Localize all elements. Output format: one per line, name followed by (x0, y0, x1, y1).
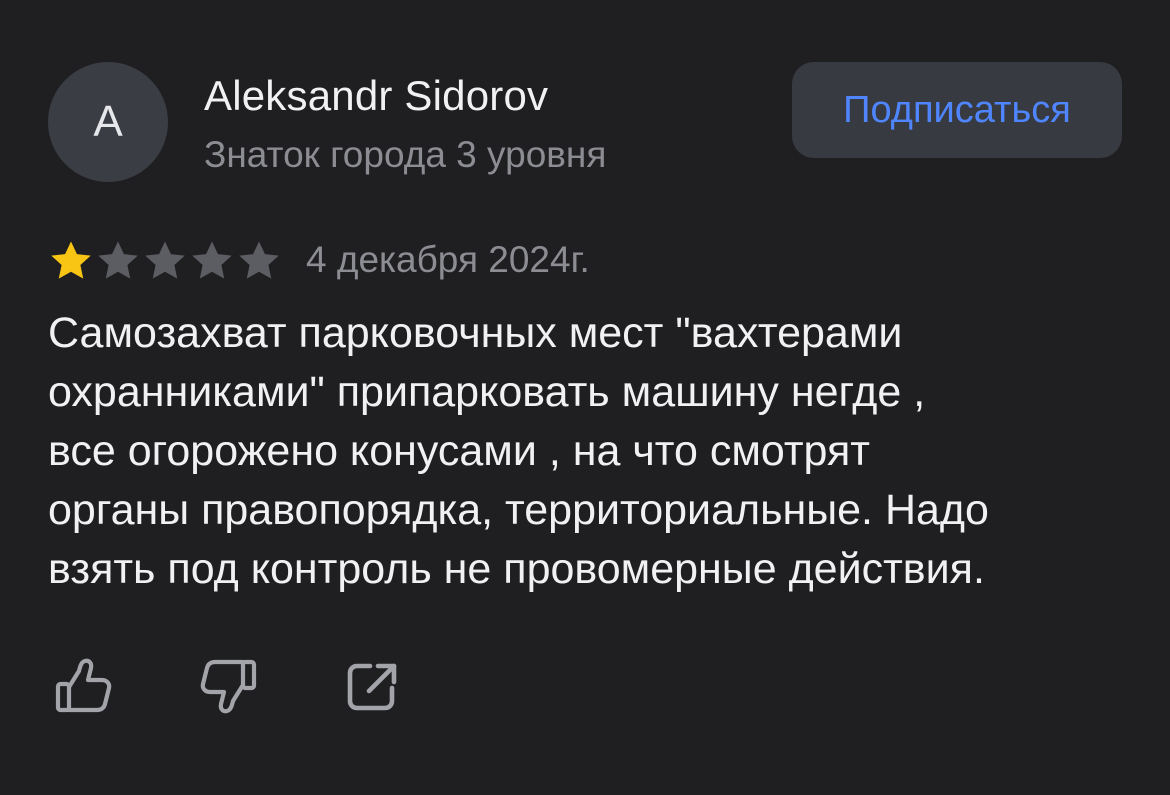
share-icon (347, 663, 397, 711)
star-empty-icon (98, 241, 138, 279)
thumbs-up-icon (55, 658, 112, 713)
review-text-line: все огорожено конусами , на что смотрят (48, 427, 870, 475)
author-name[interactable]: Aleksandr Sidorov (204, 72, 548, 120)
author-level: Знаток города 3 уровня (204, 134, 607, 175)
subscribe-button[interactable]: Подписаться (792, 62, 1122, 158)
subscribe-button-label: Подписаться (843, 88, 1071, 131)
star-empty-icon (145, 241, 185, 279)
review-text: Самозахват парковочных мест "вахтерами о… (48, 304, 1128, 599)
share-button[interactable] (340, 654, 404, 718)
review-date: 4 декабря 2024г. (306, 239, 590, 280)
review-text-line: взять под контроль не провомерные действ… (48, 545, 985, 593)
avatar-letter: A (93, 97, 123, 146)
review-card: A Aleksandr Sidorov Знаток города 3 уров… (0, 0, 1170, 795)
star-empty-icon (239, 241, 279, 279)
star-rating (48, 236, 283, 286)
like-button[interactable] (50, 654, 114, 718)
star-filled-icon (51, 241, 91, 279)
review-text-line: охранниками" припарковать машину негде , (48, 368, 926, 416)
review-text-line: Самозахват парковочных мест "вахтерами (48, 309, 903, 357)
review-text-line: органы правопорядка, территориальные. На… (48, 486, 989, 534)
star-empty-icon (192, 241, 232, 279)
avatar[interactable]: A (48, 62, 168, 182)
dislike-button[interactable] (198, 654, 262, 718)
thumbs-down-icon (200, 659, 257, 714)
